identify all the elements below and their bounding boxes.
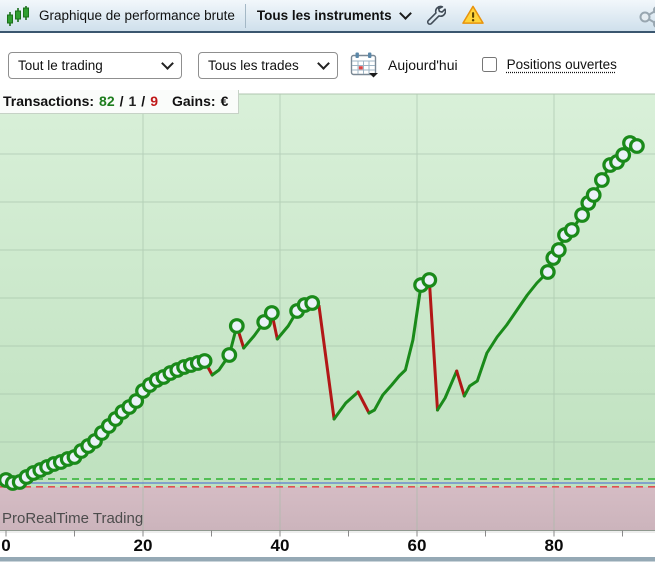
axis-label: 40 xyxy=(271,536,290,555)
transactions-wins: 82 xyxy=(99,93,115,109)
open-positions-label[interactable]: Positions ouvertes xyxy=(507,52,617,78)
toolbar-separator xyxy=(245,4,246,28)
trade-marker[interactable] xyxy=(617,149,630,162)
trade-marker[interactable] xyxy=(596,174,609,187)
slash: / xyxy=(120,93,124,109)
trades-filter-value: Tous les trades xyxy=(208,58,299,73)
chevron-down-icon xyxy=(399,7,412,20)
instruments-dropdown-label: Tous les instruments xyxy=(257,8,392,23)
gains-value: € xyxy=(221,93,229,109)
trade-marker[interactable] xyxy=(266,307,279,320)
trade-marker[interactable] xyxy=(231,320,244,333)
stats-bar: Transactions: 82 / 1 / 9 Gains: € xyxy=(0,90,239,114)
trade-marker[interactable] xyxy=(553,244,566,257)
share-icon xyxy=(637,16,655,33)
gains-label: Gains: xyxy=(172,93,216,109)
trade-marker[interactable] xyxy=(423,274,436,287)
wrench-icon xyxy=(424,4,446,28)
transactions-neutral: 1 xyxy=(129,93,137,109)
trade-marker[interactable] xyxy=(542,266,555,279)
transactions-losses: 9 xyxy=(150,93,158,109)
open-positions-checkbox[interactable] xyxy=(482,57,497,72)
performance-chart[interactable]: 0 20 40 60 80 xyxy=(0,88,655,565)
candlestick-chart-icon xyxy=(6,4,32,28)
axis-label: 0 xyxy=(1,536,10,555)
settings-wrench-button[interactable] xyxy=(424,4,446,28)
share-button[interactable] xyxy=(637,5,655,34)
instruments-dropdown[interactable]: Tous les instruments xyxy=(257,8,410,23)
trade-marker[interactable] xyxy=(631,140,644,153)
slash: / xyxy=(141,93,145,109)
trades-filter-select[interactable]: Tous les trades xyxy=(198,52,338,79)
trade-marker[interactable] xyxy=(306,297,319,310)
calendar-icon xyxy=(349,51,380,81)
warning-icon xyxy=(461,4,485,28)
chevron-down-icon xyxy=(317,57,330,70)
transactions-label: Transactions: xyxy=(3,93,94,109)
toolbar-filters: Tout le trading Tous les trades Aujourd'… xyxy=(0,33,655,88)
chevron-down-icon xyxy=(161,57,174,70)
watermark: ProRealTime Trading xyxy=(2,510,143,527)
trade-marker[interactable] xyxy=(587,189,600,202)
date-picker-button[interactable] xyxy=(349,52,380,79)
trading-scope-value: Tout le trading xyxy=(18,58,103,73)
date-range-label: Aujourd'hui xyxy=(388,52,458,79)
axis-label: 20 xyxy=(134,536,153,555)
axis-label: 60 xyxy=(408,536,427,555)
page-title: Graphique de performance brute xyxy=(39,8,235,23)
trade-marker[interactable] xyxy=(198,355,211,368)
trade-marker[interactable] xyxy=(223,349,236,362)
axis-label: 80 xyxy=(545,536,564,555)
chart-area: 0 20 40 60 80 Transactions: 82 / 1 / 9 Gains… xyxy=(0,88,655,565)
trade-marker[interactable] xyxy=(566,224,579,237)
toolbar-main: Graphique de performance brute Tous les … xyxy=(0,0,655,33)
trading-scope-select[interactable]: Tout le trading xyxy=(8,52,182,79)
warning-button[interactable] xyxy=(461,4,485,28)
bottom-panel-bar xyxy=(0,557,655,562)
